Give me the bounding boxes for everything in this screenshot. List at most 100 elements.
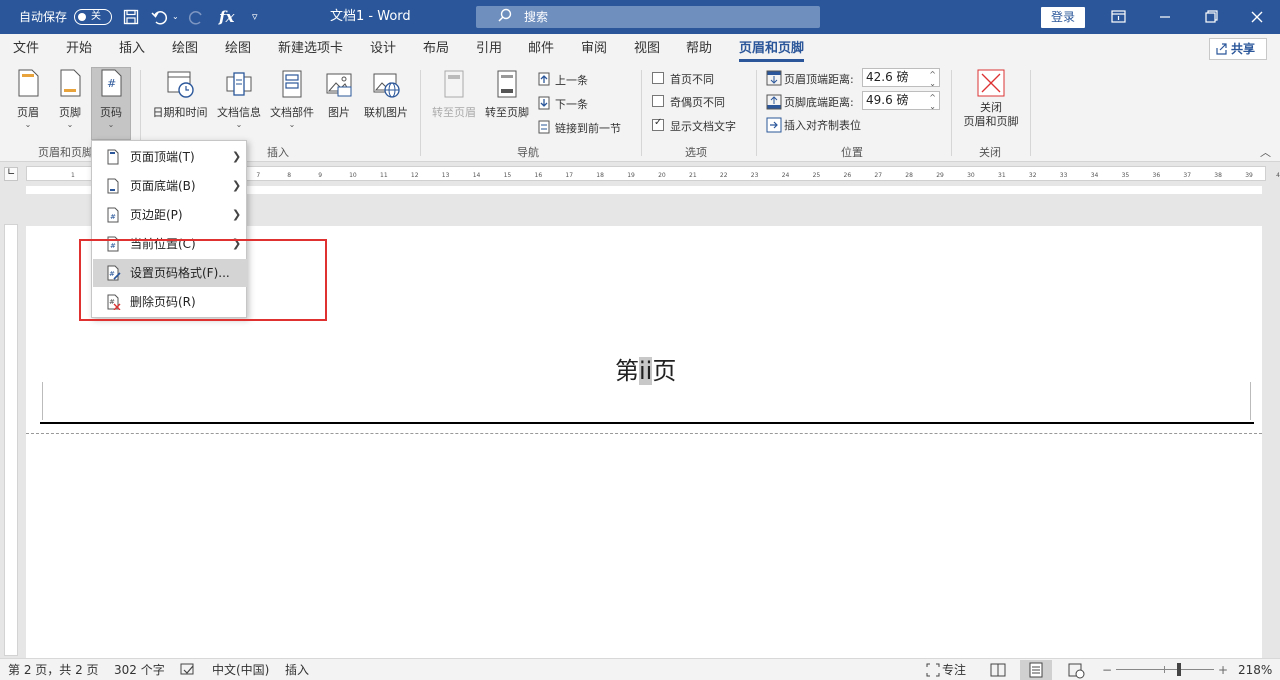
ribbon-display-options-icon[interactable] <box>1096 0 1142 34</box>
undo-icon[interactable] <box>151 8 169 26</box>
footer-label: 页脚 <box>59 106 81 119</box>
autosave-state: 关 <box>91 11 101 22</box>
previous-icon[interactable] <box>538 72 552 86</box>
save-icon[interactable] <box>123 9 139 25</box>
show-document-text-checkbox[interactable] <box>652 117 664 131</box>
odd-even-different-checkbox[interactable] <box>652 95 664 107</box>
footer-icon <box>60 69 81 97</box>
zoom-in-icon[interactable]: + <box>1218 659 1228 680</box>
tab-file[interactable]: 文件 <box>13 34 39 64</box>
page-info[interactable]: 第 2 页，共 2 页 <box>8 659 99 680</box>
tab-new-tab[interactable]: 新建选项卡 <box>278 34 343 64</box>
customize-toolbar-icon[interactable]: ▿ <box>252 0 258 34</box>
header-top-distance-input[interactable]: 42.6 磅 ^ ⌄ <box>862 68 940 88</box>
first-page-different-checkbox[interactable] <box>652 72 664 84</box>
close-icon[interactable] <box>1234 0 1280 34</box>
focus-label[interactable]: 专注 <box>942 659 966 680</box>
tab-design[interactable]: 设计 <box>370 34 396 64</box>
vertical-ruler[interactable] <box>4 224 18 656</box>
web-layout-icon <box>1068 663 1085 679</box>
search-box[interactable]: 搜索 <box>476 6 820 28</box>
page-number-button[interactable]: # 页码 ⌄ <box>91 67 131 140</box>
language[interactable]: 中文(中国) <box>212 659 269 680</box>
picture-button[interactable]: 图片 <box>320 68 358 138</box>
next-icon[interactable] <box>538 96 552 110</box>
autosave-toggle[interactable]: 关 <box>74 9 112 25</box>
ruler-number: 27 <box>874 172 883 179</box>
svg-text:#: # <box>107 77 116 90</box>
title-bar: 自动保存 关 ⌄ fx ▿ 文档1 - Word 搜索 登录 <box>0 0 1280 34</box>
menu-item-top-of-page[interactable]: 页面顶端(T) ❯ <box>93 143 247 171</box>
share-button[interactable]: 共享 <box>1209 38 1267 60</box>
input-mode[interactable]: 插入 <box>285 659 309 680</box>
tab-mailings[interactable]: 邮件 <box>528 34 554 64</box>
menu-item-bottom-of-page[interactable]: 页面底端(B) ❯ <box>93 172 247 200</box>
header-top-distance-label: 页眉顶端距离: <box>784 73 854 86</box>
next-label[interactable]: 下一条 <box>555 96 588 112</box>
online-picture-icon <box>373 73 400 98</box>
link-previous-label[interactable]: 链接到前一节 <box>555 120 621 136</box>
close-header-footer-button[interactable]: 关闭 页眉和页脚 <box>957 68 1025 140</box>
ribbon-separator <box>756 70 757 156</box>
tab-draw[interactable]: 绘图 <box>172 34 198 64</box>
ribbon-separator <box>420 70 421 156</box>
date-time-button[interactable]: 日期和时间 <box>148 68 212 138</box>
ruler-number: 8 <box>287 172 292 179</box>
login-button[interactable]: 登录 <box>1041 7 1085 28</box>
zoom-level[interactable]: 218% <box>1238 659 1272 680</box>
zoom-out-icon[interactable]: − <box>1102 659 1112 680</box>
proofing-icon[interactable] <box>180 663 195 677</box>
chevron-right-icon: ❯ <box>232 150 242 163</box>
previous-label[interactable]: 上一条 <box>555 72 588 88</box>
formula-icon[interactable]: fx <box>219 0 234 34</box>
footer-button[interactable]: 页脚 ⌄ <box>50 68 90 138</box>
svg-text:#: # <box>110 213 116 221</box>
restore-icon[interactable] <box>1188 0 1234 34</box>
collapse-ribbon-icon[interactable]: ︿ <box>1260 144 1271 160</box>
redo-icon <box>188 11 202 25</box>
ruler-number: 30 <box>967 172 975 179</box>
zoom-slider[interactable] <box>1116 669 1214 670</box>
link-previous-icon[interactable] <box>538 120 552 134</box>
tab-layout[interactable]: 布局 <box>423 34 449 64</box>
first-page-different-label: 首页不同 <box>670 73 714 86</box>
page-margins-icon: # <box>107 207 119 223</box>
tab-draw-2[interactable]: 绘图 <box>225 34 251 64</box>
tab-help[interactable]: 帮助 <box>686 34 712 64</box>
focus-icon[interactable] <box>926 663 940 677</box>
web-layout-button[interactable] <box>1060 660 1092 680</box>
print-layout-button[interactable] <box>1020 660 1052 680</box>
footer-bottom-distance-input[interactable]: 49.6 磅 ^ ⌄ <box>862 91 940 111</box>
chevron-right-icon: ❯ <box>232 179 242 192</box>
tab-header-footer[interactable]: 页眉和页脚 <box>739 34 805 64</box>
footer-bottom-distance-value: 49.6 磅 <box>866 93 909 107</box>
document-parts-button[interactable]: 文档部件 ⌄ <box>266 68 318 138</box>
ruler-number: 21 <box>689 172 697 179</box>
spin-down-icon[interactable]: ⌄ <box>929 98 936 115</box>
tab-insert[interactable]: 插入 <box>119 34 145 64</box>
footer-bottom-distance-icon <box>766 94 782 110</box>
header-border-line <box>40 422 1254 424</box>
tab-home[interactable]: 开始 <box>66 34 92 64</box>
page-number-field[interactable]: ii <box>639 357 653 385</box>
insert-alignment-tab-label[interactable]: 插入对齐制表位 <box>784 117 861 133</box>
tab-references[interactable]: 引用 <box>476 34 502 64</box>
header-button[interactable]: 页眉 ⌄ <box>8 68 48 138</box>
ruler-number: 29 <box>936 172 944 179</box>
tab-review[interactable]: 审阅 <box>581 34 607 64</box>
online-picture-button[interactable]: 联机图片 <box>360 68 412 138</box>
ruler-number: 34 <box>1090 172 1099 179</box>
menu-item-page-margins[interactable]: # 页边距(P) ❯ <box>93 201 247 229</box>
go-to-footer-button[interactable]: 转至页脚 <box>481 68 533 138</box>
undo-dropdown-icon[interactable]: ⌄ <box>172 0 179 34</box>
page-number-text[interactable]: 第ii页 <box>615 351 676 386</box>
zoom-slider-thumb[interactable] <box>1177 663 1181 676</box>
word-count[interactable]: 302 个字 <box>114 659 165 680</box>
insert-alignment-tab-icon[interactable] <box>766 117 782 133</box>
minimize-icon[interactable] <box>1142 0 1188 34</box>
ruler-number: 40 <box>1276 172 1280 179</box>
read-mode-button[interactable] <box>982 660 1014 680</box>
tab-selector[interactable]: ∟ <box>4 167 18 181</box>
document-info-button[interactable]: 文档信息 ⌄ <box>213 68 265 138</box>
tab-view[interactable]: 视图 <box>634 34 660 64</box>
